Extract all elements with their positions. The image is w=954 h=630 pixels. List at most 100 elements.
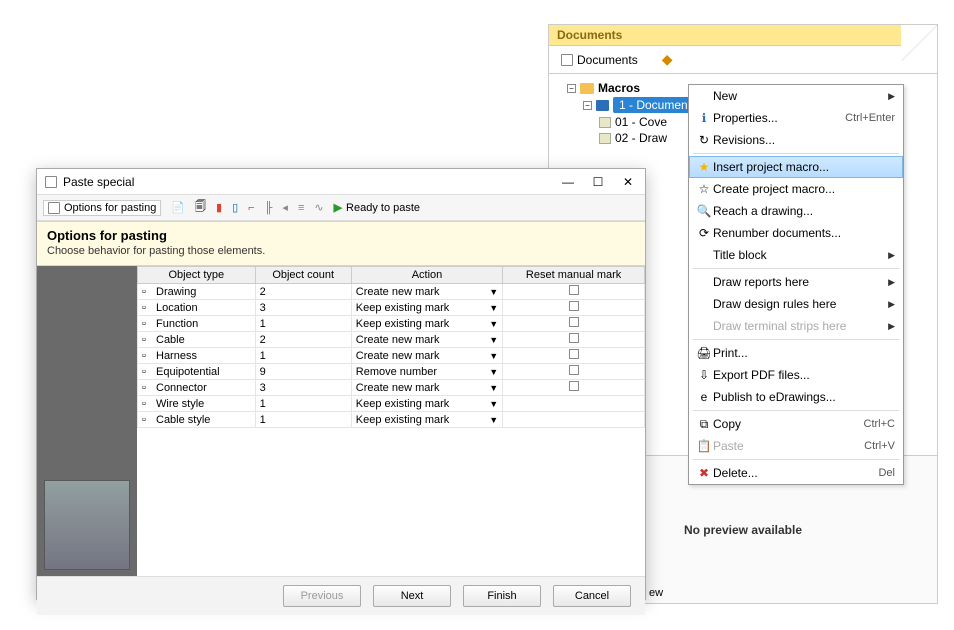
menu-item-publish-to-edrawings[interactable]: ePublish to eDrawings... xyxy=(689,386,903,408)
cell-action[interactable]: Create new mark▼ xyxy=(351,380,502,396)
toolbar-icon[interactable]: 🗐 xyxy=(195,198,206,217)
menu-item-renumber-documents[interactable]: ⟳Renumber documents... xyxy=(689,222,903,244)
menu-item-create-project-macro[interactable]: ☆Create project macro... xyxy=(689,178,903,200)
dropdown-icon[interactable]: ▼ xyxy=(489,399,498,409)
cell-action[interactable]: Keep existing mark▼ xyxy=(351,396,502,412)
menu-item-revisions[interactable]: ↻Revisions... xyxy=(689,129,903,151)
checkbox[interactable] xyxy=(569,285,579,295)
table-row[interactable]: ▫Wire style1Keep existing mark▼ xyxy=(138,396,645,412)
menu-shortcut: Ctrl+V xyxy=(864,440,895,452)
toolbar-icon[interactable]: ╟ xyxy=(265,202,273,214)
dropdown-icon[interactable]: ▼ xyxy=(489,287,498,297)
dropdown-icon[interactable]: ▼ xyxy=(489,415,498,425)
col-reset[interactable]: Reset manual mark xyxy=(503,267,645,284)
cell-action[interactable]: Remove number▼ xyxy=(351,364,502,380)
cell-reset[interactable] xyxy=(503,300,645,316)
menu-item-copy[interactable]: ⧉CopyCtrl+C xyxy=(689,413,903,435)
dropdown-icon[interactable]: ▼ xyxy=(489,367,498,377)
dialog-title: Paste special xyxy=(63,175,134,189)
next-button[interactable]: Next xyxy=(373,585,451,607)
checkbox[interactable] xyxy=(569,333,579,343)
menu-label: Export PDF files... xyxy=(713,368,895,382)
table-row[interactable]: ▫Equipotential9Remove number▼ xyxy=(138,364,645,380)
previous-button[interactable]: Previous xyxy=(283,585,361,607)
menu-label: Draw reports here xyxy=(713,275,888,289)
cell-reset[interactable] xyxy=(503,348,645,364)
menu-item-delete[interactable]: ✖Delete...Del xyxy=(689,462,903,484)
dropdown-icon[interactable]: ▼ xyxy=(489,383,498,393)
cell-reset[interactable] xyxy=(503,284,645,300)
menu-label: Revisions... xyxy=(713,133,895,147)
checkbox[interactable] xyxy=(569,301,579,311)
toolbar-icon[interactable]: ◂ xyxy=(282,201,288,214)
dropdown-icon[interactable]: ▼ xyxy=(489,335,498,345)
col-action[interactable]: Action xyxy=(351,267,502,284)
checkbox[interactable] xyxy=(569,365,579,375)
cell-reset[interactable] xyxy=(503,380,645,396)
cell-reset[interactable] xyxy=(503,412,645,428)
maximize-button[interactable]: ☐ xyxy=(589,175,607,189)
cancel-button[interactable]: Cancel xyxy=(553,585,631,607)
menu-shortcut: Ctrl+C xyxy=(864,418,895,430)
close-button[interactable]: ✕ xyxy=(619,175,637,189)
tab-documents[interactable]: Documents xyxy=(555,51,644,69)
toolbar-icon[interactable]: ▮ xyxy=(216,201,222,214)
menu-item-draw-design-rules-here[interactable]: Draw design rules here▶ xyxy=(689,293,903,315)
checkbox[interactable] xyxy=(569,349,579,359)
checkbox[interactable] xyxy=(569,317,579,327)
menu-item-insert-project-macro[interactable]: ★Insert project macro... xyxy=(689,156,903,178)
ready-to-paste-button[interactable]: ▶ Ready to paste xyxy=(334,201,420,214)
table-row[interactable]: ▫Location3Keep existing mark▼ xyxy=(138,300,645,316)
checkbox[interactable] xyxy=(569,381,579,391)
menu-item-print[interactable]: 🖨Print... xyxy=(689,342,903,364)
table-row[interactable]: ▫Cable style1Keep existing mark▼ xyxy=(138,412,645,428)
menu-shortcut: Ctrl+Enter xyxy=(845,112,895,124)
paste-special-dialog: Paste special — ☐ ✕ Options for pasting … xyxy=(36,168,646,600)
col-object-count[interactable]: Object count xyxy=(255,267,351,284)
menu-item-draw-reports-here[interactable]: Draw reports here▶ xyxy=(689,271,903,293)
cell-action[interactable]: Keep existing mark▼ xyxy=(351,316,502,332)
menu-item-properties[interactable]: ℹProperties...Ctrl+Enter xyxy=(689,107,903,129)
finish-button[interactable]: Finish xyxy=(463,585,541,607)
toolbar-icon[interactable]: ∿ xyxy=(314,201,323,214)
collapse-icon[interactable]: − xyxy=(583,101,592,110)
table-row[interactable]: ▫Harness1Create new mark▼ xyxy=(138,348,645,364)
cell-action[interactable]: Create new mark▼ xyxy=(351,284,502,300)
table-row[interactable]: ▫Drawing2Create new mark▼ xyxy=(138,284,645,300)
dropdown-icon[interactable]: ▼ xyxy=(489,351,498,361)
cell-reset[interactable] xyxy=(503,332,645,348)
menu-icon: ✖ xyxy=(695,466,713,480)
tab-macros-icon[interactable]: ◆ xyxy=(656,49,679,70)
menu-item-new[interactable]: New▶ xyxy=(689,85,903,107)
table-row[interactable]: ▫Cable2Create new mark▼ xyxy=(138,332,645,348)
ready-label: Ready to paste xyxy=(346,202,420,214)
toolbar-icon[interactable]: 📄 xyxy=(171,201,185,214)
cell-object-type: ▫Cable xyxy=(138,332,256,348)
cell-action[interactable]: Create new mark▼ xyxy=(351,348,502,364)
toolbar-icon[interactable]: ▯ xyxy=(232,201,238,214)
col-object-type[interactable]: Object type xyxy=(138,267,256,284)
menu-item-reach-a-drawing[interactable]: 🔍Reach a drawing... xyxy=(689,200,903,222)
cell-reset[interactable] xyxy=(503,396,645,412)
menu-item-export-pdf-files[interactable]: ⇩Export PDF files... xyxy=(689,364,903,386)
table-row[interactable]: ▫Function1Keep existing mark▼ xyxy=(138,316,645,332)
dropdown-icon[interactable]: ▼ xyxy=(489,303,498,313)
menu-separator xyxy=(693,339,899,340)
cell-action[interactable]: Create new mark▼ xyxy=(351,332,502,348)
cell-action[interactable]: Keep existing mark▼ xyxy=(351,300,502,316)
cell-object-count: 2 xyxy=(255,332,351,348)
options-for-pasting-tab[interactable]: Options for pasting xyxy=(43,200,161,216)
minimize-button[interactable]: — xyxy=(559,175,577,189)
menu-label: New xyxy=(713,89,888,103)
cell-reset[interactable] xyxy=(503,316,645,332)
menu-shortcut: Del xyxy=(878,467,895,479)
cell-reset[interactable] xyxy=(503,364,645,380)
table-row[interactable]: ▫Connector3Create new mark▼ xyxy=(138,380,645,396)
options-icon xyxy=(48,202,60,214)
dropdown-icon[interactable]: ▼ xyxy=(489,319,498,329)
menu-item-title-block[interactable]: Title block▶ xyxy=(689,244,903,266)
collapse-icon[interactable]: − xyxy=(567,84,576,93)
cell-action[interactable]: Keep existing mark▼ xyxy=(351,412,502,428)
toolbar-icon[interactable]: ≡ xyxy=(298,202,304,214)
toolbar-icon[interactable]: ⌐ xyxy=(248,202,254,214)
